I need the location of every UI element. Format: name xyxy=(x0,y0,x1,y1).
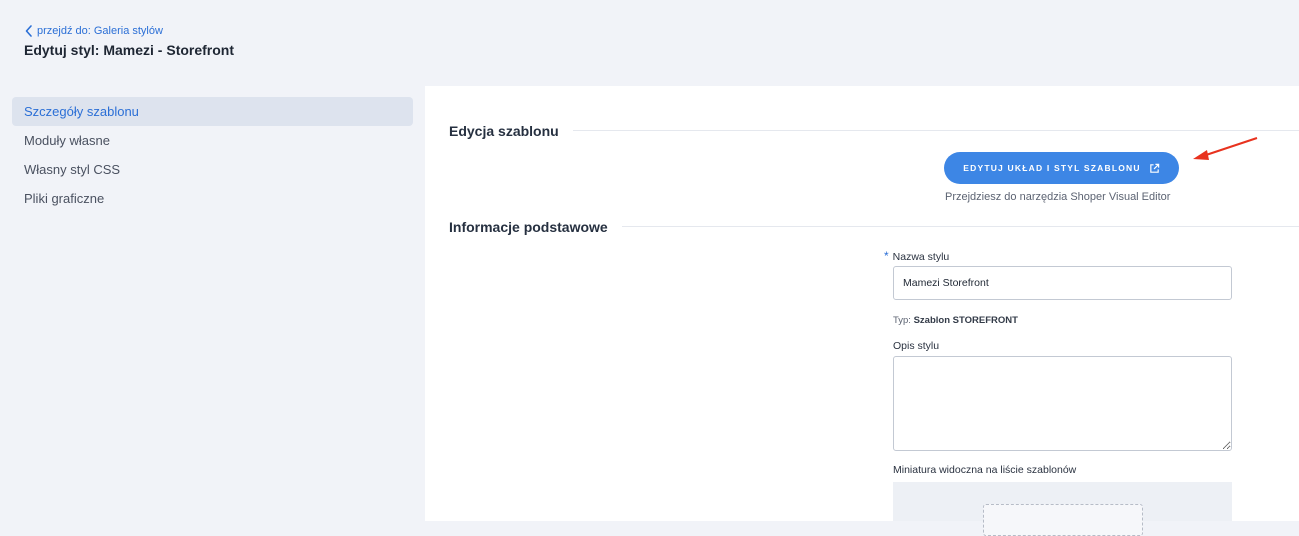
style-description-textarea[interactable] xyxy=(893,356,1232,451)
main-content: Edycja szablonu EDYTUJ UKŁAD I STYL SZAB… xyxy=(425,86,1299,536)
edit-button-hint: Przejdziesz do narzędzia Shoper Visual E… xyxy=(945,191,1171,203)
chevron-left-icon xyxy=(25,25,32,37)
style-name-label-text: Nazwa stylu xyxy=(892,251,950,263)
sidebar-item-custom-modules[interactable]: Moduły własne xyxy=(12,126,413,155)
style-name-label: * Nazwa stylu xyxy=(884,249,949,263)
style-name-input[interactable] xyxy=(893,266,1232,300)
annotation-arrow xyxy=(1193,137,1258,160)
required-asterisk: * xyxy=(884,249,889,263)
external-link-icon xyxy=(1149,163,1159,173)
edit-layout-button-label: EDYTUJ UKŁAD I STYL SZABLONU xyxy=(963,163,1141,173)
back-link-label: przejdź do: Galeria stylów xyxy=(37,25,163,37)
sidebar-item-template-details[interactable]: Szczegóły szablonu xyxy=(12,97,413,126)
thumbnail-label: Miniatura widoczna na liście szablonów xyxy=(893,464,1077,476)
template-type-label: Typ: xyxy=(893,315,911,326)
page-title: Edytuj styl: Mamezi - Storefront xyxy=(24,42,235,58)
style-description-label: Opis stylu xyxy=(893,340,940,352)
thumbnail-dropzone[interactable] xyxy=(983,504,1143,536)
edit-layout-button[interactable]: EDYTUJ UKŁAD I STYL SZABLONU xyxy=(944,152,1179,184)
sidebar-item-custom-css[interactable]: Własny styl CSS xyxy=(12,155,413,184)
template-type-value: Szablon STOREFRONT xyxy=(913,315,1018,326)
section-title-template-editing: Edycja szablonu xyxy=(449,123,573,139)
section-title-basic-info: Informacje podstawowe xyxy=(449,219,622,235)
page-header: przejdź do: Galeria stylów Edytuj styl: … xyxy=(24,24,234,58)
back-to-gallery-link[interactable]: przejdź do: Galeria stylów xyxy=(24,24,234,38)
section-divider xyxy=(449,130,1299,131)
template-type: Typ: Szablon STOREFRONT xyxy=(893,315,1018,326)
sidebar-item-image-files[interactable]: Pliki graficzne xyxy=(12,184,413,213)
sidebar: Szczegóły szablonu Moduły własne Własny … xyxy=(12,97,413,213)
thumbnail-upload-area xyxy=(893,482,1232,536)
